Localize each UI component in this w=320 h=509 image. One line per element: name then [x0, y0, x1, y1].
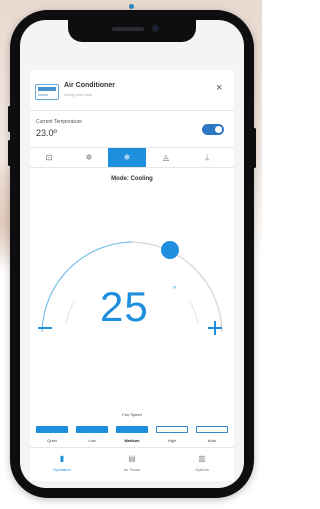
heat-mode-tab[interactable]: ✲: [70, 148, 108, 167]
cool-icon: ❄: [123, 153, 131, 162]
fan-speed-quiet-button[interactable]: [36, 426, 68, 433]
auto-icon: ⊡: [45, 153, 53, 162]
speaker-grille: [112, 27, 144, 31]
panel-title: Air Conditioner: [64, 82, 115, 89]
nav-item-label: Air Flows: [123, 467, 141, 472]
toggle-knob: [215, 126, 222, 133]
fan-speed-low-button[interactable]: [76, 426, 108, 433]
dial-inner-arc-right: [188, 299, 199, 325]
setpoint-unit: °: [173, 285, 177, 294]
fan-speed-label: High: [167, 438, 177, 443]
increase-temperature-button-v[interactable]: [214, 321, 216, 335]
setpoint-temperature: 25: [100, 283, 149, 330]
air-conditioner-panel: SMART Air Conditioner Living room unit ×…: [30, 70, 234, 481]
nav-item-options[interactable]: ▥ Options: [172, 454, 232, 472]
brand-logo: SMART: [35, 84, 59, 100]
nav-item-operation[interactable]: ▮ Operation: [32, 454, 92, 472]
volume-button-down: [8, 140, 11, 166]
fan-speed-high-button[interactable]: [156, 426, 188, 433]
mode-selector: ⊡ ✲ ❄ ◬ ᛦ: [30, 147, 234, 168]
panel-header: SMART Air Conditioner Living room unit ×: [30, 70, 234, 111]
power-button: [253, 128, 256, 168]
fan-speed-medium-button[interactable]: [116, 426, 148, 433]
power-toggle[interactable]: [202, 124, 224, 135]
camera-icon: [152, 25, 159, 32]
close-icon[interactable]: ×: [216, 82, 222, 94]
logo-text: SMART: [38, 93, 49, 97]
dry-icon: ◬: [162, 153, 170, 162]
options-icon: ▥: [198, 454, 206, 463]
nav-item-label: Options: [195, 467, 209, 472]
logo-bar: [38, 87, 56, 91]
panel-subtitle: Living room unit: [64, 92, 93, 97]
fan-speed-label: Medium: [124, 438, 140, 443]
dial-inner-arc-left: [65, 299, 76, 325]
fan-speed-label: Low: [88, 438, 96, 443]
phone-screen: SMART Air Conditioner Living room unit ×…: [20, 20, 244, 488]
heat-icon: ✲: [85, 153, 93, 162]
fan-speed-label: Auto: [207, 438, 217, 443]
volume-button: [8, 106, 11, 132]
mode-label: Mode: Cooling: [111, 176, 153, 182]
dry-mode-tab[interactable]: ◬: [147, 148, 185, 167]
nav-item-air-flows[interactable]: ▤ Air Flows: [102, 454, 162, 472]
current-temperature-label: Current Temperature: [36, 119, 83, 125]
background-dot: [129, 4, 134, 9]
decrease-temperature-button[interactable]: [38, 327, 52, 329]
fan-speed-auto-button[interactable]: [196, 426, 228, 433]
thermometer-icon: ▮: [59, 454, 65, 463]
fan-mode-tab[interactable]: ᛦ: [188, 148, 226, 167]
fan-speed-title: Fan Speed: [122, 412, 142, 417]
auto-mode-tab[interactable]: ⊡: [30, 148, 68, 167]
bottom-navigation: ▮ Operation ▤ Air Flows ▥ Options: [30, 447, 234, 482]
nav-item-label: Operation: [53, 467, 71, 472]
fan-speed-label: Quiet: [47, 438, 57, 443]
air-flow-icon: ▤: [128, 454, 136, 463]
fan-icon: ᛦ: [204, 153, 210, 162]
dial-handle[interactable]: [161, 241, 179, 259]
current-temperature-value: 23.0º: [36, 128, 57, 138]
cool-mode-tab[interactable]: ❄: [108, 148, 146, 167]
phone-notch: [68, 20, 196, 42]
